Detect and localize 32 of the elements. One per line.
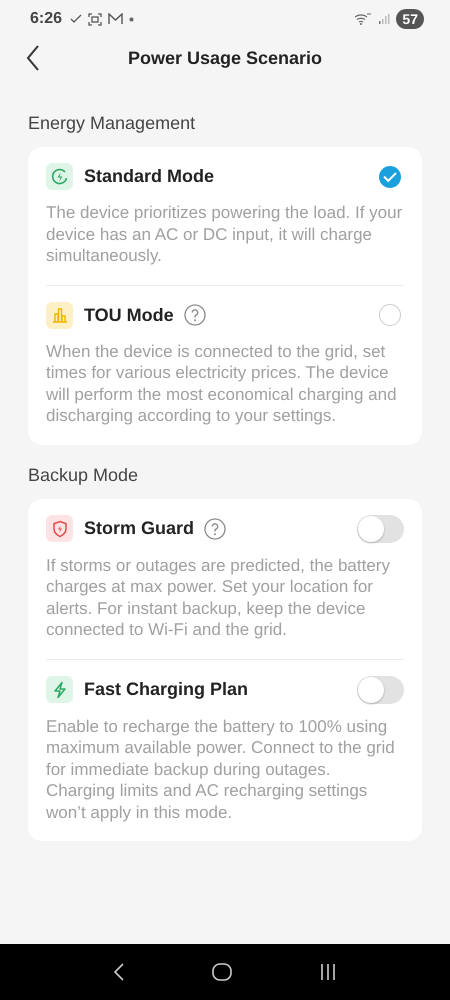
radio-button[interactable] (379, 304, 401, 326)
option-description: Enable to recharge the battery to 100% using maximum available power. Connect to the grid for immediate backup during outages. Charging limits and AC recharging settings won’t apply in this mode. (46, 716, 396, 823)
help-icon[interactable] (204, 518, 226, 540)
battery-level: 57 (396, 9, 424, 29)
section-title: Energy Management (27, 112, 196, 135)
option-description: When the device is connected to the grid, set times for various electricity prices. The device will perform the most economical charging and discharging according to your settings. (46, 340, 398, 426)
toggle-switch[interactable] (357, 514, 404, 542)
option-title: Standard Mode (84, 166, 214, 187)
option-description: The device prioritizes powering the load. If your device has an AC or DC input, it will charge simultaneously. (46, 202, 404, 266)
page-title: Power Usage Scenario (128, 48, 322, 68)
lightning-icon (46, 676, 73, 703)
recents-icon[interactable] (318, 964, 337, 980)
option-title: Fast Charging Plan (84, 679, 248, 700)
toggle-switch[interactable] (357, 676, 404, 704)
shield-icon (46, 515, 73, 542)
back-icon[interactable] (113, 963, 126, 981)
check-icon (70, 14, 82, 24)
home-icon[interactable] (212, 963, 232, 981)
wifi-icon (354, 13, 372, 25)
option-title: TOU Mode (84, 304, 174, 326)
option-title: Storm Guard (84, 518, 194, 539)
mail-icon (108, 13, 124, 25)
radio-button[interactable] (379, 166, 401, 188)
dot-icon (129, 16, 134, 22)
section-title: Backup Mode (27, 464, 140, 487)
bar-chart-icon (46, 302, 73, 328)
lightning-icon (46, 163, 73, 190)
status-time: 6:26 (30, 10, 62, 28)
option-description: If storms or outages are predicted, the battery charges at max power. Set your location for alerts. For instant backup, keep the device connected to Wi-Fi and the grid. (46, 554, 391, 640)
help-icon[interactable] (184, 304, 206, 326)
signal-icon (378, 13, 390, 25)
screenshot-icon (88, 12, 102, 26)
